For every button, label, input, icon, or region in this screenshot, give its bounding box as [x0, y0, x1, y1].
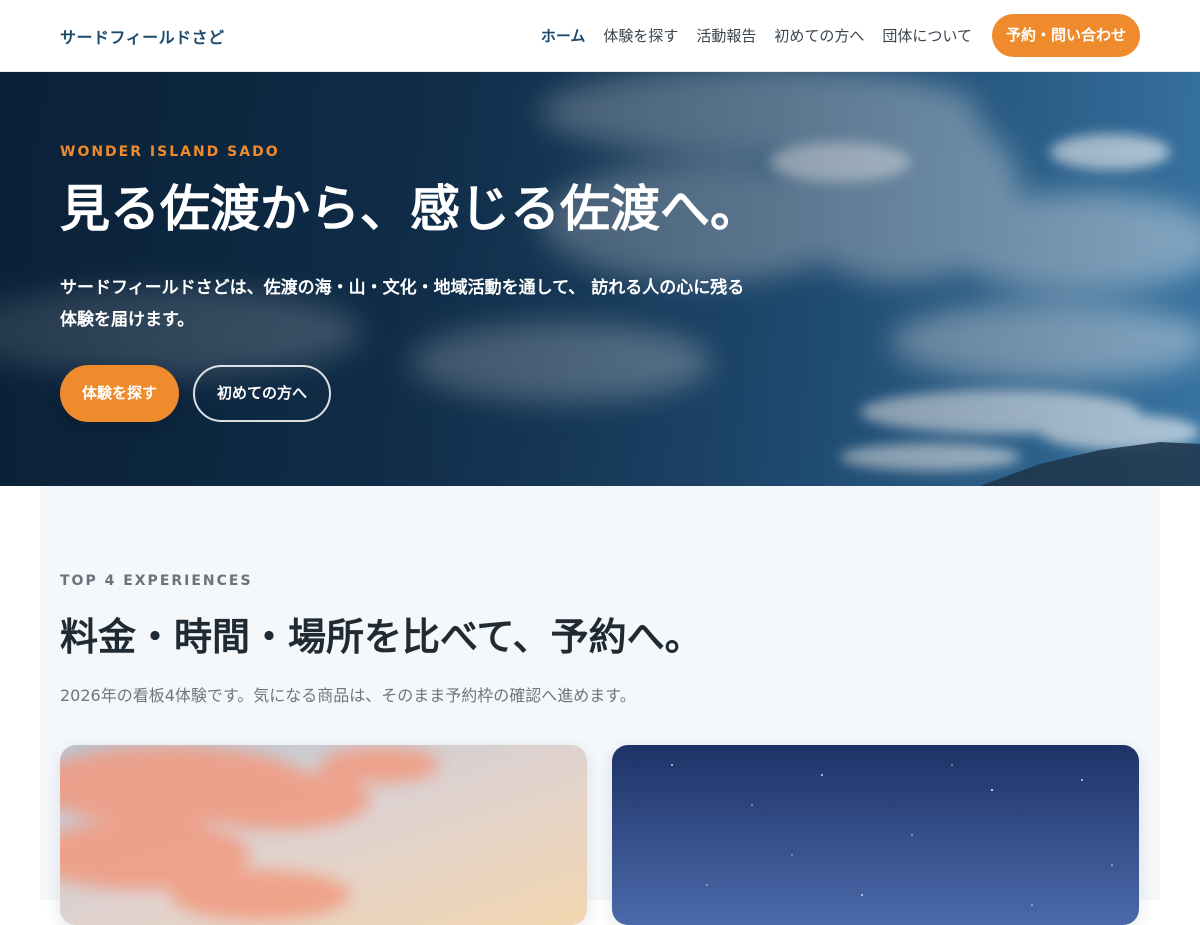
- experiences-description: 2026年の看板4体験です。気になる商品は、そのまま予約枠の確認へ進めます。: [60, 686, 636, 705]
- site-header: サードフィールドさど ホーム 体験を探す 活動報告 初めての方へ 団体について …: [0, 0, 1200, 72]
- hero-section: WONDER ISLAND SADO 見る佐渡から、感じる佐渡へ。 サードフィー…: [0, 72, 1200, 486]
- nav-home[interactable]: ホーム: [541, 25, 586, 46]
- hero-content: WONDER ISLAND SADO 見る佐渡から、感じる佐渡へ。 サードフィー…: [60, 144, 760, 422]
- experience-card[interactable]: [60, 745, 587, 925]
- starry-night-image: [612, 745, 1139, 925]
- experiences-title: 料金・時間・場所を比べて、予約へ。: [60, 614, 703, 659]
- experience-card[interactable]: [612, 745, 1139, 925]
- reserve-contact-button[interactable]: 予約・問い合わせ: [991, 14, 1140, 57]
- brand-logo[interactable]: サードフィールドさど: [60, 24, 225, 48]
- hero-actions: 体験を探す 初めての方へ: [60, 364, 760, 422]
- hero-eyebrow: WONDER ISLAND SADO: [60, 144, 280, 160]
- first-time-button[interactable]: 初めての方へ: [193, 364, 332, 422]
- hero-lead: サードフィールドさどは、佐渡の海・山・文化・地域活動を通して、 訪れる人の心に残…: [60, 277, 745, 330]
- nav-first-time[interactable]: 初めての方へ: [774, 25, 864, 46]
- experiences-section: TOP 4 EXPERIENCES 料金・時間・場所を比べて、予約へ。 2026…: [40, 486, 1160, 925]
- nav-find-experiences[interactable]: 体験を探す: [603, 25, 678, 46]
- main-nav: ホーム 体験を探す 活動報告 初めての方へ 団体について 予約・問い合わせ: [541, 14, 1140, 57]
- find-experiences-button[interactable]: 体験を探す: [60, 364, 180, 422]
- nav-about[interactable]: 団体について: [882, 25, 972, 46]
- nav-activity-reports[interactable]: 活動報告: [696, 25, 756, 46]
- hero-title: 見る佐渡から、感じる佐渡へ。: [60, 179, 760, 238]
- experiences-eyebrow: TOP 4 EXPERIENCES: [60, 573, 253, 589]
- sunset-clouds-image: [60, 745, 587, 925]
